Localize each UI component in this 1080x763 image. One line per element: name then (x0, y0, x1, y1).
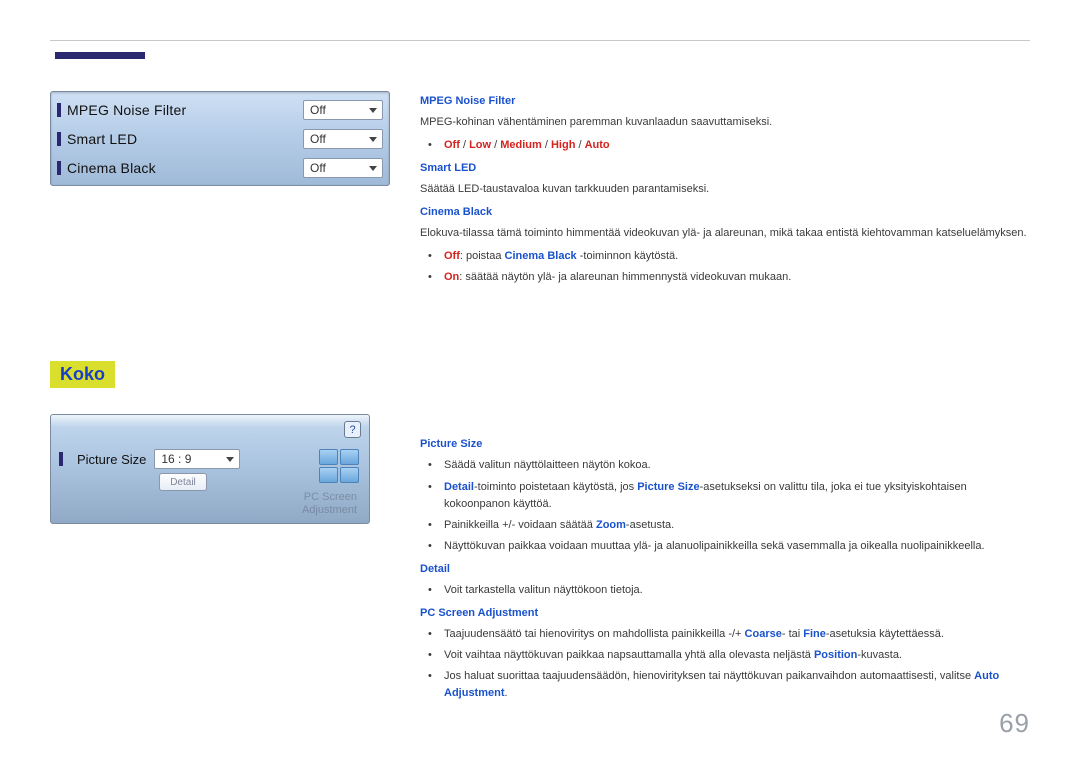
osd-label: Cinema Black (67, 160, 303, 176)
picturesize-heading: Picture Size (420, 436, 1030, 453)
dt-item-1: Voit tarkastella valitun näyttökoon tiet… (434, 582, 1030, 599)
osd-dropdown-smartled[interactable]: Off (303, 129, 383, 149)
cb-on-item: On: säätää näytön ylä- ja alareunan himm… (434, 269, 1030, 286)
opt-high: High (551, 139, 575, 151)
ps-item-3: Painikkeilla +/- voidaan säätää Zoom-ase… (434, 517, 1030, 534)
picture-size-label: Picture Size (77, 452, 146, 467)
kw-on: On (444, 271, 459, 283)
page-number: 69 (999, 708, 1030, 739)
osd-label: MPEG Noise Filter (67, 102, 303, 118)
pc-screen-adjustment-disabled: PC Screen Adjustment (302, 491, 357, 517)
picture-size-dropdown[interactable]: 16 : 9 (154, 449, 240, 469)
kw-off: Off (444, 250, 460, 262)
row-marker-icon (59, 452, 63, 466)
opt-off: Off (444, 139, 460, 151)
pcs-item-3: Jos haluat suorittaa taajuudensäädön, hi… (434, 668, 1030, 702)
pcs-item-1: Taajuudensäätö tai hienoviritys on mahdo… (434, 626, 1030, 643)
dropdown-value: Off (310, 132, 326, 146)
detail-button[interactable]: Detail (159, 473, 207, 491)
kw-fine: Fine (803, 628, 826, 640)
accent-bar (55, 52, 145, 59)
detail-list: Voit tarkastella valitun näyttökoon tiet… (420, 582, 1030, 599)
help-glyph: ? (349, 424, 355, 436)
grid-cell (319, 467, 338, 483)
row-marker-icon (57, 103, 61, 117)
opt-medium: Medium (500, 139, 542, 151)
osd-panel: MPEG Noise Filter Off Smart LED Off Cine… (50, 91, 390, 186)
mpeg-options-list: Off / Low / Medium / High / Auto (420, 137, 1030, 154)
picture-size-panel: ? Picture Size 16 : 9 Detail PC Screen A… (50, 414, 370, 524)
kw-coarse: Coarse (745, 628, 782, 640)
cinemablack-paragraph: Elokuva-tilassa tämä toiminto himmentää … (420, 225, 1030, 242)
section-heading: Koko (60, 364, 105, 384)
osd-row-cinemablack: Cinema Black Off (57, 154, 383, 181)
panel-gloss (51, 415, 369, 427)
pcscreen-heading: PC Screen Adjustment (420, 605, 1030, 622)
picturesize-list: Säädä valitun näyttölaitteen näytön koko… (420, 457, 1030, 554)
pcs-item-2: Voit vaihtaa näyttökuvan paikkaa napsaut… (434, 647, 1030, 664)
ps-item-2: Detail-toiminto poistetaan käytöstä, jos… (434, 479, 1030, 513)
osd-label: Smart LED (67, 131, 303, 147)
koko-right-block: Picture Size Säädä valitun näyttölaittee… (420, 436, 1030, 702)
position-grid-icon[interactable] (319, 449, 359, 483)
cinemablack-list: Off: poistaa Cinema Black -toiminnon käy… (420, 248, 1030, 286)
mpeg-options-item: Off / Low / Medium / High / Auto (434, 137, 1030, 154)
faded-line-1: PC Screen (302, 491, 357, 504)
cinemablack-heading: Cinema Black (420, 204, 1030, 221)
dropdown-value: Off (310, 161, 326, 175)
grid-cell (340, 449, 359, 465)
smartled-heading: Smart LED (420, 160, 1030, 177)
pcscreen-list: Taajuudensäätö tai hienoviritys on mahdo… (420, 626, 1030, 702)
kw-detail: Detail (444, 481, 474, 493)
page: MPEG Noise Filter Off Smart LED Off Cine… (0, 0, 1080, 763)
grid-cell (319, 449, 338, 465)
opt-auto: Auto (585, 139, 610, 151)
osd-dropdown-cinemablack[interactable]: Off (303, 158, 383, 178)
osd-dropdown-mpeg[interactable]: Off (303, 100, 383, 120)
kw-zoom: Zoom (596, 519, 626, 531)
dropdown-value: 16 : 9 (161, 452, 191, 466)
right-column: MPEG Noise Filter MPEG-kohinan vähentämi… (420, 91, 1030, 708)
section-heading-badge: Koko (50, 361, 115, 388)
osd-row-mpeg: MPEG Noise Filter Off (57, 96, 383, 123)
detail-heading: Detail (420, 561, 1030, 578)
columns: MPEG Noise Filter Off Smart LED Off Cine… (50, 91, 1030, 708)
mpeg-heading: MPEG Noise Filter (420, 93, 1030, 110)
dropdown-value: Off (310, 103, 326, 117)
kw-position: Position (814, 649, 857, 661)
cb-off-item: Off: poistaa Cinema Black -toiminnon käy… (434, 248, 1030, 265)
row-marker-icon (57, 161, 61, 175)
help-icon[interactable]: ? (344, 421, 361, 438)
row-marker-icon (57, 132, 61, 146)
picture-size-row: Picture Size 16 : 9 (59, 449, 361, 469)
ps-item-1: Säädä valitun näyttölaitteen näytön koko… (434, 457, 1030, 474)
opt-low: Low (469, 139, 491, 151)
kw-cinemablack: Cinema Black (505, 250, 577, 262)
smartled-paragraph: Säätää LED-taustavaloa kuvan tarkkuuden … (420, 181, 1030, 198)
top-rule (50, 40, 1030, 41)
detail-button-label: Detail (170, 477, 196, 488)
kw-picturesize: Picture Size (637, 481, 699, 493)
mpeg-paragraph: MPEG-kohinan vähentäminen paremman kuvan… (420, 114, 1030, 131)
faded-line-2: Adjustment (302, 504, 357, 517)
ps-item-4: Näyttökuvan paikkaa voidaan muuttaa ylä-… (434, 538, 1030, 555)
osd-row-smartled: Smart LED Off (57, 125, 383, 152)
grid-cell (340, 467, 359, 483)
left-column: MPEG Noise Filter Off Smart LED Off Cine… (50, 91, 390, 708)
